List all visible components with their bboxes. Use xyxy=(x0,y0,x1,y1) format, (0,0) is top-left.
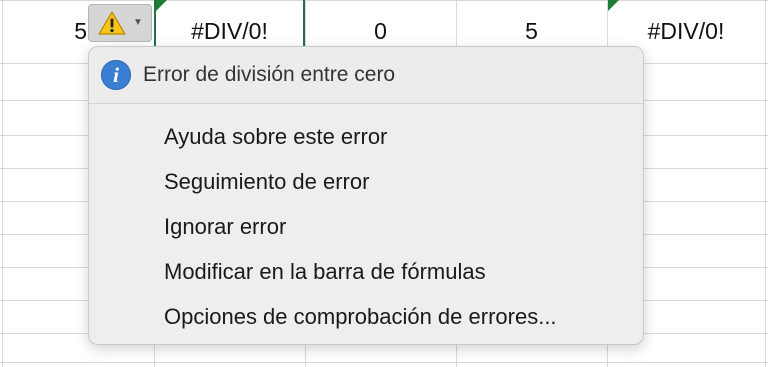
menu-item-help-on-error[interactable]: Ayuda sobre este error xyxy=(89,114,643,159)
cell-value-5-left[interactable]: 5 xyxy=(2,0,87,63)
menu-item-edit-in-formula-bar[interactable]: Modificar en la barra de fórmulas xyxy=(89,249,643,294)
warning-triangle-icon xyxy=(98,11,126,35)
error-options-menu: i Error de división entre cero Ayuda sob… xyxy=(88,46,644,345)
menu-header: i Error de división entre cero xyxy=(89,47,643,104)
gridline-h xyxy=(0,362,768,363)
menu-list: Ayuda sobre este error Seguimiento de er… xyxy=(89,114,643,339)
menu-item-trace-error[interactable]: Seguimiento de error xyxy=(89,159,643,204)
menu-item-error-checking-options[interactable]: Opciones de comprobación de errores... xyxy=(89,294,643,339)
gridline-v xyxy=(765,0,766,367)
chevron-down-icon: ▼ xyxy=(133,17,143,28)
info-icon: i xyxy=(101,60,131,90)
menu-title: Error de división entre cero xyxy=(143,63,396,86)
menu-item-ignore-error[interactable]: Ignorar error xyxy=(89,204,643,249)
error-smart-tag-button[interactable]: ▼ xyxy=(88,4,152,42)
